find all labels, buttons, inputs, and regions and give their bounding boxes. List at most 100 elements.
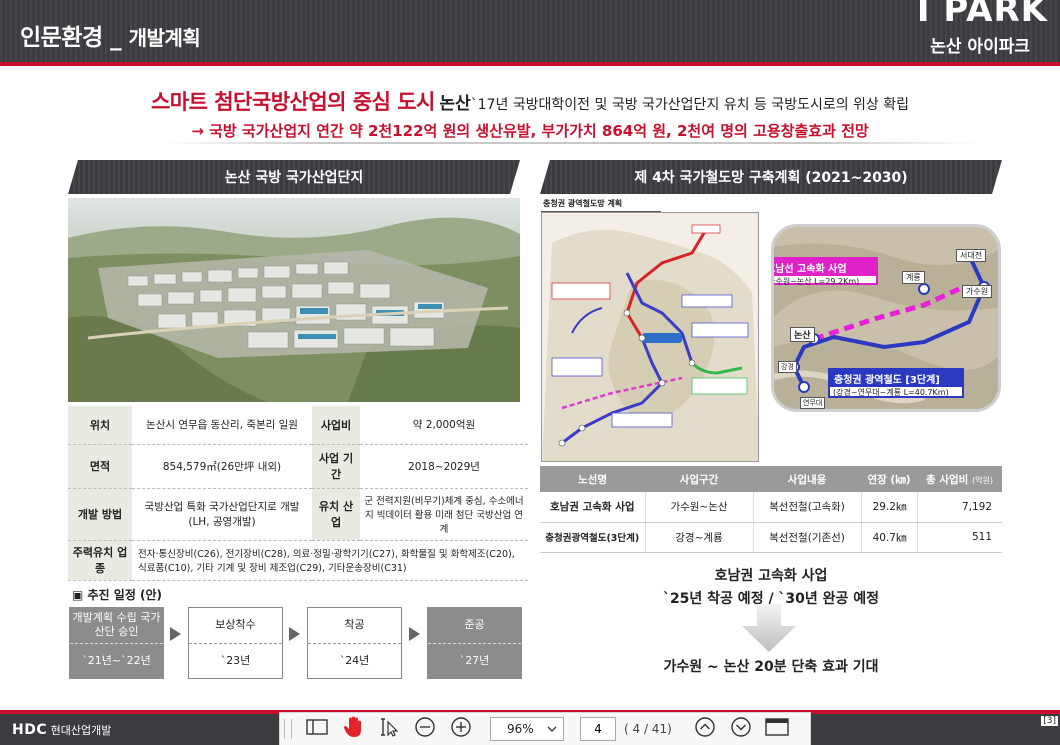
- schedule-step-2: 보상착수 `23년: [188, 607, 283, 679]
- text-select-cursor-icon: [378, 716, 400, 742]
- fit-page-button[interactable]: [762, 716, 792, 742]
- rail-network-map-graphic: [542, 213, 758, 461]
- info-key-cost: 사업비: [312, 406, 360, 445]
- schedule-title: ▣ 추진 일정 (안): [72, 588, 163, 602]
- rail-col-cost-unit: (억원): [971, 475, 993, 485]
- chungcheong-callout-detail: (강경~연무대~계룡 L=40.7Km): [833, 388, 949, 397]
- schedule-step-date: `27년: [459, 653, 490, 667]
- page-title-main: 인문환경 _: [20, 25, 129, 51]
- page-number-input[interactable]: [580, 717, 616, 741]
- headline: 스마트 첨단국방산업의 중심 도시 논산`17년 국방대학이전 및 국방 국가산…: [0, 86, 1060, 141]
- schedule-step-label: 보상착수: [189, 608, 282, 644]
- info-val-location: 논산시 연무읍 동산리, 죽본리 일원: [132, 406, 312, 445]
- rail-cell-cost: 511: [917, 522, 1002, 553]
- table-row: 호남권 고속화 사업 가수원~논산 복선전철(고속화) 29.2㎞ 7,192: [540, 492, 1002, 523]
- schedule-arrow-icon: [409, 627, 420, 641]
- honam-callout-detail: (가수원~논산 L=29.2Km): [771, 277, 860, 286]
- station-label-yeonmudae: 연무대: [800, 397, 826, 409]
- info-val-period: 2018~2029년: [360, 444, 528, 489]
- station-label-ganggyeong: 강경: [778, 361, 797, 373]
- info-key-period: 사업 기간: [312, 444, 360, 489]
- rail-col-length: 연장 (㎞): [861, 466, 917, 492]
- down-arrow-icon: [740, 604, 798, 658]
- schedule-step-label: 착공: [308, 608, 401, 644]
- previous-page-button[interactable]: [690, 716, 720, 742]
- rail-col-section: 사업구간: [645, 466, 753, 492]
- company-logo-ko: 현대산업개발: [50, 724, 112, 737]
- schedule-step-4: 준공 `27년: [427, 607, 522, 679]
- headline-line1: 스마트 첨단국방산업의 중심 도시 논산`17년 국방대학이전 및 국방 국가산…: [0, 86, 1060, 116]
- rail-plan-table: 노선명 사업구간 사업내용 연장 (㎞) 총 사업비 (억원) 호남권 고속화 …: [540, 466, 1002, 553]
- brand-name: 논산 아이파크: [930, 37, 1030, 57]
- info-key-method: 개발 방법: [68, 488, 132, 541]
- summary-effect: 가수원 ~ 논산 20분 단축 효과 기대: [663, 659, 879, 675]
- headline-detail: `17년 국방대학이전 및 국방 국가산업단지 유치 등 국방도시로의 위상 확…: [470, 97, 910, 113]
- page-title-sub: 개발계획: [128, 26, 201, 50]
- sidebar-toggle-button[interactable]: [302, 716, 332, 742]
- station-label-gyeryong: 계룡: [902, 271, 925, 284]
- info-key-area: 면적: [68, 444, 132, 489]
- schedule-step-date: `21년~`22년: [82, 653, 151, 667]
- rail-cell-content: 복선전철(고속화): [753, 492, 862, 523]
- rail-cell-route: 충청권광역철도(3단계): [540, 522, 646, 553]
- ipark-logo: I PARK: [916, 0, 1048, 30]
- info-val-method: 국방산업 특화 국가산업단지로 개발 (LH, 공영개발): [132, 488, 312, 541]
- station-label-gasuwon: 가수원: [962, 285, 993, 298]
- hand-icon: [343, 716, 363, 742]
- rail-cell-route: 호남권 고속화 사업: [540, 492, 646, 523]
- chevron-down-circle-icon: [730, 716, 752, 742]
- zoom-in-icon: [450, 716, 472, 742]
- pdf-viewer-toolbar: 96% ( 4 / 41): [279, 712, 811, 745]
- schedule-step-3: 착공 `24년: [307, 607, 402, 679]
- page-header: 인문환경 _ 개발계획 I PARK 논산 아이파크: [0, 0, 1060, 62]
- honam-callout-title: 호남선 고속화 사업: [774, 259, 876, 276]
- zoom-out-button[interactable]: [410, 716, 440, 742]
- zoom-level-select[interactable]: 96%: [490, 717, 564, 741]
- table-row: 충청권광역철도(3단계) 강경~계룡 복선전철(기존선) 40.7㎞ 511: [540, 522, 1002, 553]
- headline-main: 스마트 첨단국방산업의 중심 도시: [150, 90, 435, 114]
- chungcheong-callout: 충청권 광역철도 [3단계] (강경~연무대~계룡 L=40.7Km): [828, 368, 964, 398]
- chevron-down-icon: [547, 722, 557, 736]
- zoom-level-value: 96%: [507, 722, 534, 736]
- rail-table-header: 노선명 사업구간 사업내용 연장 (㎞) 총 사업비 (억원): [540, 466, 1002, 492]
- info-key-location: 위치: [68, 406, 132, 445]
- zoom-out-icon: [414, 716, 436, 742]
- schedule-step-date: `24년: [339, 653, 370, 667]
- schedule-step-1: 개발계획 수립 국가산단 승인 `21년~`22년: [69, 607, 164, 679]
- toolbar-grip-handle[interactable]: [284, 719, 292, 739]
- headline-divider: [160, 142, 980, 144]
- rail-cell-section: 강경~계룡: [645, 522, 754, 553]
- aerial-illustration: [68, 198, 520, 402]
- map-tag: 충청권 광역철도망 계획: [541, 198, 661, 212]
- headline-city: 논산: [439, 94, 471, 114]
- company-logo-en: HDC: [12, 722, 48, 738]
- rail-cell-length: 40.7㎞: [861, 522, 918, 553]
- industrial-complex-info-table: 위치 논산시 연무읍 동산리, 죽본리 일원 사업비 약 2,000억원 면적 …: [68, 406, 528, 581]
- rail-cell-section: 가수원~논산: [645, 492, 754, 523]
- info-val-main-industry: 전자·통신장비(C26), 전기장비(C28), 의료·정밀·광학기기(C27)…: [132, 540, 528, 581]
- rail-cell-content: 복선전철(기존선): [753, 522, 862, 553]
- station-label-seodaejeon: 서대전: [956, 249, 987, 262]
- rail-col-cost: 총 사업비 (억원): [917, 466, 1002, 492]
- info-key-attract: 유치 산업: [312, 488, 360, 541]
- rail-cell-cost: 7,192: [917, 492, 1002, 523]
- schedule-step-label: 개발계획 수립 국가산단 승인: [70, 608, 163, 644]
- next-page-button[interactable]: [726, 716, 756, 742]
- select-tool-button[interactable]: [374, 716, 404, 742]
- rail-inset-map: 호남선 고속화 사업 (가수원~논산 L=29.2Km) 충청권 광역철도 [3…: [771, 224, 1001, 412]
- company-logo: HDC 현대산업개발: [12, 722, 111, 738]
- hand-tool-button[interactable]: [338, 716, 368, 742]
- right-section-banner: 제 4차 국가철도망 구축계획 (2021~2030): [540, 160, 1002, 194]
- summary-title: 호남권 고속화 사업: [714, 568, 828, 584]
- sidebar-panel-icon: [306, 719, 328, 739]
- rail-network-map: [541, 212, 759, 462]
- industrial-complex-aerial-image: [68, 198, 520, 402]
- page-index: [3]: [1041, 716, 1058, 726]
- zoom-in-button[interactable]: [446, 716, 476, 742]
- rail-cell-length: 29.2㎞: [861, 492, 918, 523]
- schedule-arrow-icon: [289, 627, 300, 641]
- info-val-attract: 군 전력지원(비무기)체계 중심, 수소에너지 빅데이터 활용 미래 첨단 국방…: [360, 488, 528, 541]
- page-title: 인문환경 _ 개발계획: [20, 18, 201, 52]
- info-val-area: 854,579㎡(26만坪 내외): [132, 444, 312, 489]
- headline-line2: → 국방 국가산업지 연간 약 2천122억 원의 생산유발, 부가가치 864…: [191, 122, 869, 140]
